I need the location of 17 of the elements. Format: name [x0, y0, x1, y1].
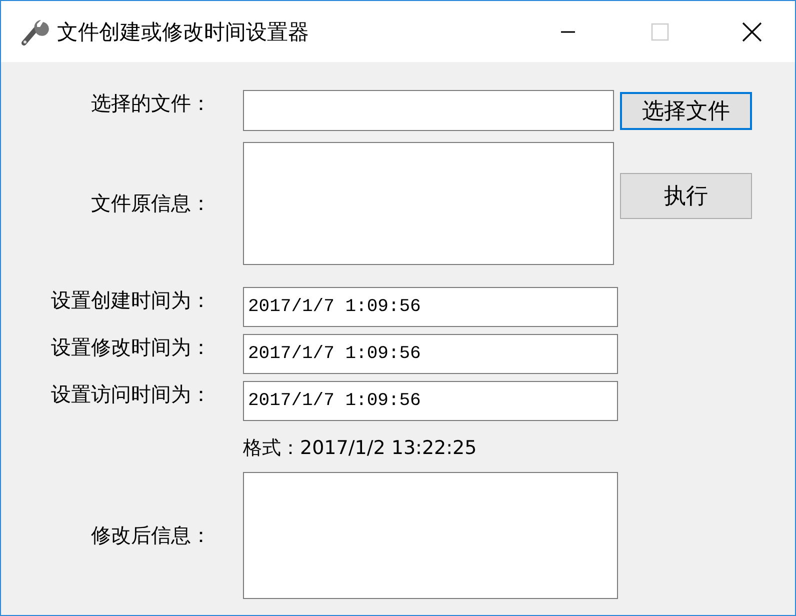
button[interactable]: 执行 — [620, 173, 752, 219]
window-title: 文件创建或修改时间设置器 — [57, 18, 310, 46]
time-field[interactable]: 2017/1/7 1:09:56 — [243, 287, 618, 327]
format-hint: 格式：2017/1/2 13:22:25 — [243, 436, 478, 461]
info-text-area[interactable] — [243, 142, 614, 265]
result-text-area[interactable] — [243, 472, 618, 599]
time-field[interactable]: 2017/1/7 1:09:56 — [243, 381, 618, 421]
field-label: 设置创建时间为： — [50, 287, 211, 314]
field-label: 文件原信息： — [90, 190, 211, 217]
field-label: 设置修改时间为： — [50, 334, 211, 361]
field-label: 选择的文件： — [90, 90, 211, 117]
field-label: 设置访问时间为： — [50, 381, 211, 408]
button[interactable]: 选择文件 — [620, 92, 752, 130]
time-field[interactable]: 2017/1/7 1:09:56 — [243, 334, 618, 374]
file-path-field[interactable] — [243, 90, 614, 131]
close-icon[interactable] — [740, 20, 764, 44]
field-label: 修改后信息： — [90, 522, 211, 549]
